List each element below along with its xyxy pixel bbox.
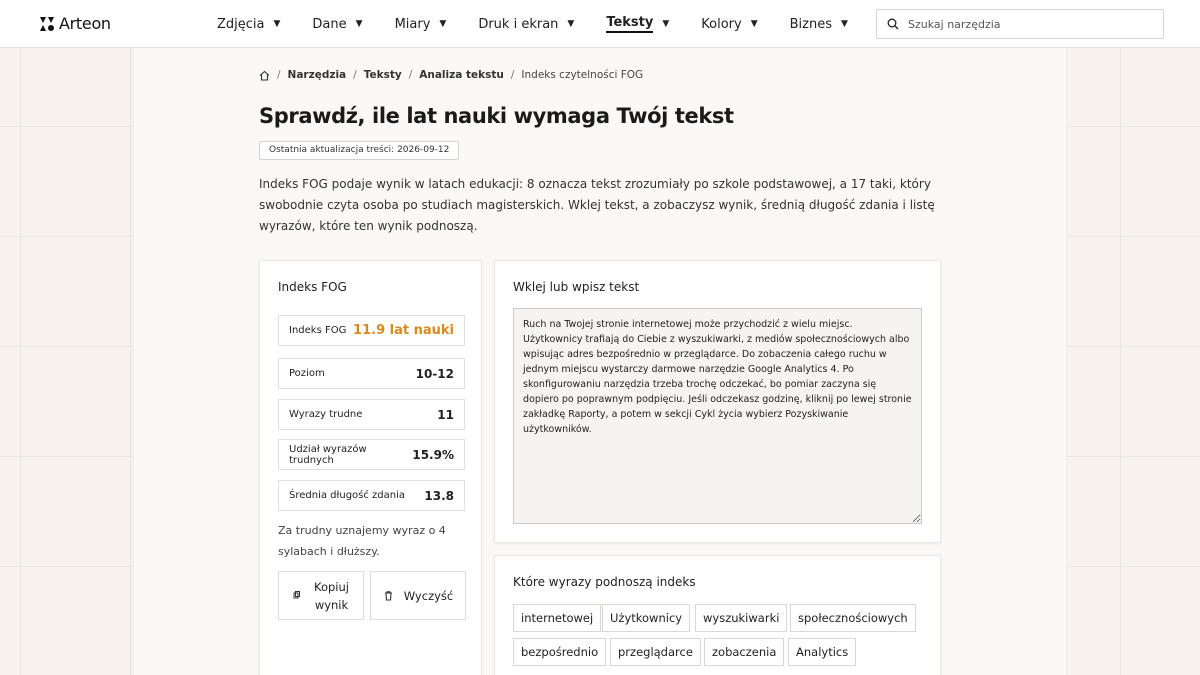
logo-icon bbox=[40, 16, 54, 31]
logo-text: Arteon bbox=[59, 14, 111, 33]
word-chip[interactable]: zobaczenia bbox=[704, 638, 785, 666]
caret-down-icon: ▼ bbox=[273, 19, 281, 29]
word-chip[interactable]: Analytics bbox=[788, 638, 857, 666]
main-panel: / Narzędzia / Teksty / Analiza tekstu / … bbox=[134, 48, 1066, 675]
copy-result-button[interactable]: Kopiuj wynik bbox=[278, 571, 364, 620]
caret-down-icon: ▼ bbox=[662, 19, 670, 29]
hard-words-card: Które wyrazy podnoszą indeks internetowe… bbox=[494, 555, 941, 675]
hard-word-note: Za trudny uznajemy wyraz o 4 sylabach i … bbox=[278, 524, 446, 558]
text-input-wrapper: Ruch na Twojej stronie internetowej może… bbox=[513, 308, 922, 524]
caret-down-icon: ▼ bbox=[355, 19, 363, 29]
search-icon bbox=[887, 18, 899, 30]
text-input[interactable]: Ruch na Twojej stronie internetowej może… bbox=[514, 309, 921, 523]
nav-label: Teksty bbox=[606, 15, 654, 33]
text-input-card: Wklej lub wpisz tekst Ruch na Twojej str… bbox=[494, 260, 941, 543]
stat-value: 11.9 lat nauki bbox=[353, 323, 454, 338]
copy-icon bbox=[293, 591, 300, 599]
breadcrumb-separator: / bbox=[408, 69, 413, 81]
card-title: Wklej lub wpisz tekst bbox=[513, 280, 640, 294]
stat-value: 10-12 bbox=[415, 366, 454, 381]
nav-item-druk-i-ekran[interactable]: Druk i ekran ▼ bbox=[478, 0, 574, 48]
button-label: Wyczyść bbox=[403, 588, 454, 603]
search-input[interactable] bbox=[908, 17, 1148, 31]
nav-label: Druk i ekran bbox=[478, 16, 559, 32]
stat-value: 15.9% bbox=[412, 447, 454, 462]
nav-item-biznes[interactable]: Biznes ▼ bbox=[790, 0, 848, 48]
breadcrumb-link[interactable]: Narzędzia bbox=[288, 69, 347, 81]
stat-label: Poziom bbox=[289, 368, 325, 379]
page-title: Sprawdź, ile lat nauki wymaga Twój tekst bbox=[259, 104, 734, 128]
stat-label: Średnia długość zdania bbox=[289, 490, 406, 501]
caret-down-icon: ▼ bbox=[750, 19, 758, 29]
caret-down-icon: ▼ bbox=[567, 19, 575, 29]
breadcrumb-separator: / bbox=[353, 69, 357, 81]
stat-level: Poziom 10-12 bbox=[278, 358, 465, 389]
breadcrumb-separator: / bbox=[510, 69, 515, 81]
intro-text: Indeks FOG podaje wynik w latach edukacj… bbox=[259, 177, 935, 233]
stat-value: 11 bbox=[437, 407, 454, 422]
breadcrumb-current: Indeks czytelności FOG bbox=[521, 69, 644, 81]
word-chip[interactable]: wyszukiwarki bbox=[695, 604, 788, 632]
nav-item-kolory[interactable]: Kolory ▼ bbox=[701, 0, 757, 48]
clear-button[interactable]: Wyczyść bbox=[370, 571, 466, 620]
word-chip[interactable]: internetowej bbox=[513, 604, 602, 632]
stat-hard-words-share: Udział wyrazów trudnych 15.9% bbox=[278, 439, 465, 470]
word-chip[interactable]: Użytkownicy bbox=[602, 604, 691, 632]
nav-item-miary[interactable]: Miary ▼ bbox=[395, 0, 447, 48]
nav-label: Biznes bbox=[789, 16, 833, 32]
card-title: Które wyrazy podnoszą indeks bbox=[513, 575, 696, 589]
trash-icon bbox=[384, 591, 392, 601]
word-chip[interactable]: bezpośrednio bbox=[513, 638, 607, 666]
nav-label: Miary bbox=[394, 16, 431, 32]
stat-label: Udział wyrazów trudnych bbox=[289, 443, 367, 466]
card-title: Indeks FOG bbox=[278, 280, 347, 294]
stat-label: Wyrazy trudne bbox=[289, 409, 363, 420]
nav-item-teksty[interactable]: Teksty ▼ bbox=[606, 0, 669, 48]
nav-label: Kolory bbox=[701, 16, 742, 32]
home-icon[interactable] bbox=[259, 70, 270, 81]
main-nav: Zdjęcia ▼ Dane ▼ Miary ▼ Druk i ekran ▼ … bbox=[217, 0, 880, 48]
stat-label: Indeks FOG bbox=[289, 325, 347, 336]
breadcrumb-link[interactable]: Analiza tekstu bbox=[419, 69, 504, 81]
updated-badge: Ostatnia aktualizacja treści: 2026-09-12 bbox=[259, 141, 460, 160]
caret-down-icon: ▼ bbox=[841, 19, 848, 29]
nav-label: Zdjęcia bbox=[217, 16, 265, 32]
search-box[interactable] bbox=[876, 9, 1164, 39]
breadcrumb: / Narzędzia / Teksty / Analiza tekstu / … bbox=[259, 69, 643, 81]
breadcrumb-separator: / bbox=[277, 69, 281, 81]
word-chip[interactable]: przeglądarce bbox=[610, 638, 701, 666]
caret-down-icon: ▼ bbox=[439, 19, 447, 29]
logo[interactable]: Arteon bbox=[39, 14, 111, 33]
stat-hard-words: Wyrazy trudne 11 bbox=[278, 399, 465, 430]
breadcrumb-link[interactable]: Teksty bbox=[364, 69, 402, 81]
nav-label: Dane bbox=[312, 16, 347, 32]
button-label: Kopiuj wynik bbox=[314, 579, 349, 612]
stat-fog-index: Indeks FOG 11.9 lat nauki bbox=[278, 315, 465, 346]
stat-avg-sentence-length: Średnia długość zdania 13.8 bbox=[278, 480, 465, 511]
nav-item-dane[interactable]: Dane ▼ bbox=[312, 0, 362, 48]
stat-value: 13.8 bbox=[424, 488, 454, 503]
fog-result-card: Indeks FOG Indeks FOG 11.9 lat nauki Poz… bbox=[259, 260, 482, 675]
word-chip[interactable]: społecznościowych bbox=[790, 604, 916, 632]
nav-item-zdjecia[interactable]: Zdjęcia ▼ bbox=[217, 0, 280, 48]
top-navigation-bar: Arteon Zdjęcia ▼ Dane ▼ Miary ▼ Druk i e… bbox=[0, 0, 1200, 48]
